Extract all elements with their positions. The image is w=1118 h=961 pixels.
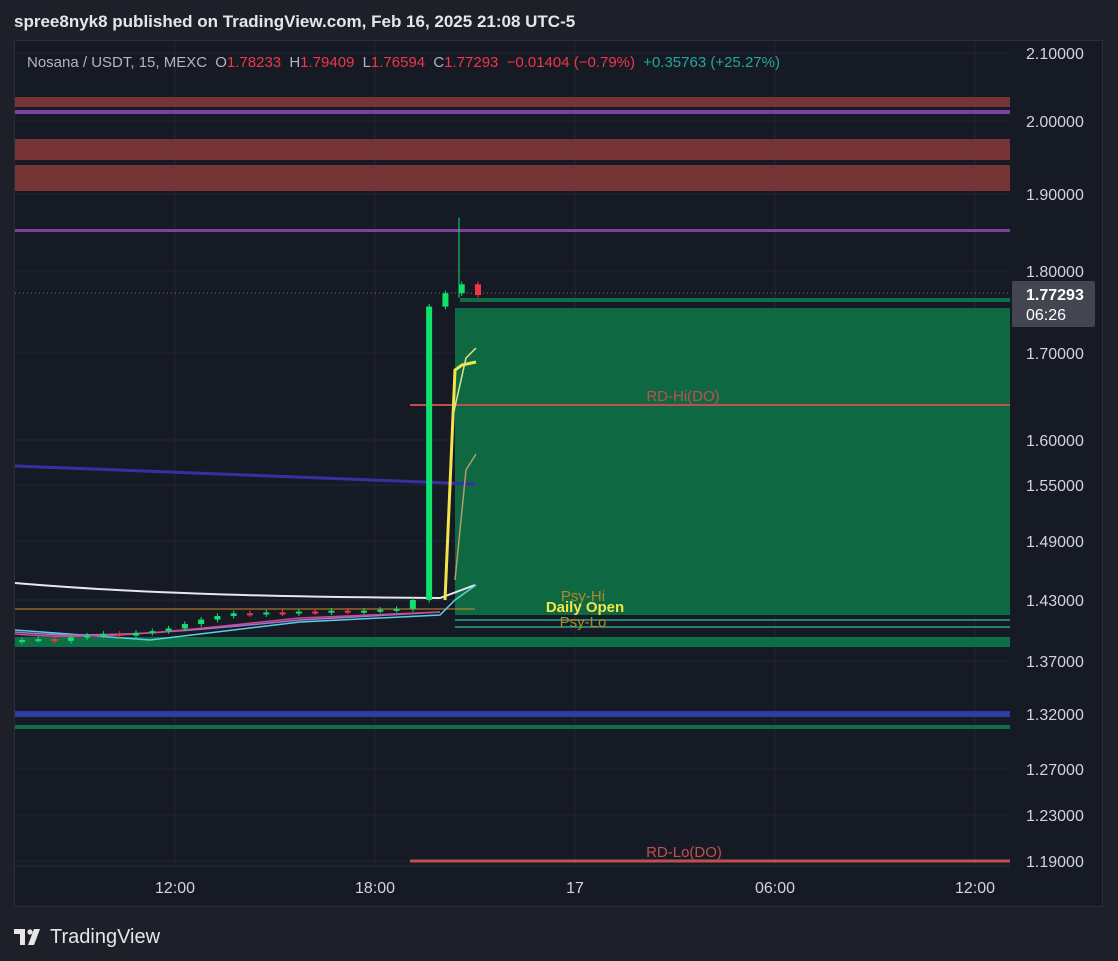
y-tick-label: 1.37000 [1026,654,1084,671]
footer: TradingView [14,922,160,952]
candle-body [458,284,465,294]
candle-body [116,633,123,636]
candle-body [100,633,107,636]
candle-body [67,637,74,641]
y-tick-label: 1.43000 [1026,593,1084,610]
x-tick-label: 18:00 [355,880,395,897]
x-tick-label: 12:00 [955,880,995,897]
candle-body [312,611,319,614]
candle-body [328,610,335,613]
y-tick-label: 1.70000 [1026,346,1084,363]
high-label: H [289,54,301,71]
price-chart[interactable]: RD-Hi(DO) Psy-Hi Daily Open Psy-Lo RD-Lo… [0,0,1118,961]
open-label: O [215,54,227,71]
y-tick-label: 1.80000 [1026,264,1084,281]
low-value: 1.76594 [370,54,426,71]
y-tick-label: 1.23000 [1026,808,1084,825]
y-tick-label: 1.27000 [1026,762,1084,779]
y-tick-label: 2.10000 [1026,46,1084,63]
blue-level [15,711,1010,717]
candle-body [214,616,221,620]
y-tick-label: 1.90000 [1026,187,1084,204]
candle-body [393,608,400,611]
candles [19,217,481,645]
symbol-label[interactable]: Nosana / USDT, 15, MEXC [27,54,207,71]
close-value: 1.77293 [444,54,499,71]
y-tick-label: 1.49000 [1026,534,1084,551]
candle-body [133,632,139,636]
high-value: 1.79409 [300,54,355,71]
y-tick-label: 1.55000 [1026,478,1084,495]
candle-body [344,610,351,613]
price-axis: 2.10000 2.00000 1.90000 1.80000 1.70000 1.600… [1026,46,1084,871]
supply-zone-mid [15,139,1010,160]
candle-body [361,610,367,613]
low-label: L [362,54,371,71]
ma-cyan [14,584,477,641]
x-tick-label: 06:00 [755,880,795,897]
green-level-bottom [15,725,1010,729]
candle-body [247,613,253,616]
x-tick-label: 17 [566,880,584,897]
change-value: −0.01404 (−0.79%) [506,54,636,71]
psy-lo-label: Psy-Lo [560,614,607,631]
rd-hi-label: RD-Hi(DO) [646,388,719,405]
level-zones [15,97,1010,863]
current-price-value: 1.77293 [1026,287,1084,304]
candle-body [295,611,302,614]
ohlc-legend: Nosana / USDT, 15, MEXC O1.78233 H1.7940… [27,54,784,71]
candle-body [230,613,237,617]
candle-body [51,639,58,642]
purple-level-mid [15,229,1010,232]
footer-brand[interactable]: TradingView [50,926,160,949]
candle-body [149,631,156,634]
close-label: C [433,54,445,71]
candle-body [181,624,188,629]
candle-body [35,639,42,642]
candle-body [279,612,286,615]
countdown-value: 06:26 [1026,307,1066,324]
candle-body [263,612,270,615]
time-axis: 12:00 18:00 17 06:00 12:00 [15,865,1010,897]
green-range-box [455,308,1010,615]
ma-blue-long [14,464,476,486]
candle-body [377,609,384,612]
green-level-line [460,298,1010,302]
candle-body [409,600,416,609]
y-tick-label: 1.32000 [1026,707,1084,724]
y-tick-label: 1.19000 [1026,854,1084,871]
candle-body [84,635,91,638]
moving-averages [14,347,477,641]
candle-body [442,293,449,307]
candle-body [165,628,172,632]
rd-lo-label: RD-Lo(DO) [646,844,722,861]
candle-body [19,640,25,643]
change-total-value: +0.35763 (+25.27%) [643,54,780,71]
supply-zone-low [15,165,1010,191]
open-value: 1.78233 [226,54,282,71]
candle-body [475,284,481,296]
x-tick-label: 12:00 [155,880,195,897]
y-tick-label: 2.00000 [1026,114,1084,131]
current-price-tag: 1.77293 06:26 [1012,281,1095,327]
supply-zone-top [15,97,1010,107]
candle-body [426,306,433,600]
ma-white [14,582,476,600]
y-tick-label: 1.60000 [1026,433,1084,450]
candle-body [198,619,205,625]
purple-level-top [15,110,1010,114]
tradingview-logo-icon[interactable] [14,929,44,945]
